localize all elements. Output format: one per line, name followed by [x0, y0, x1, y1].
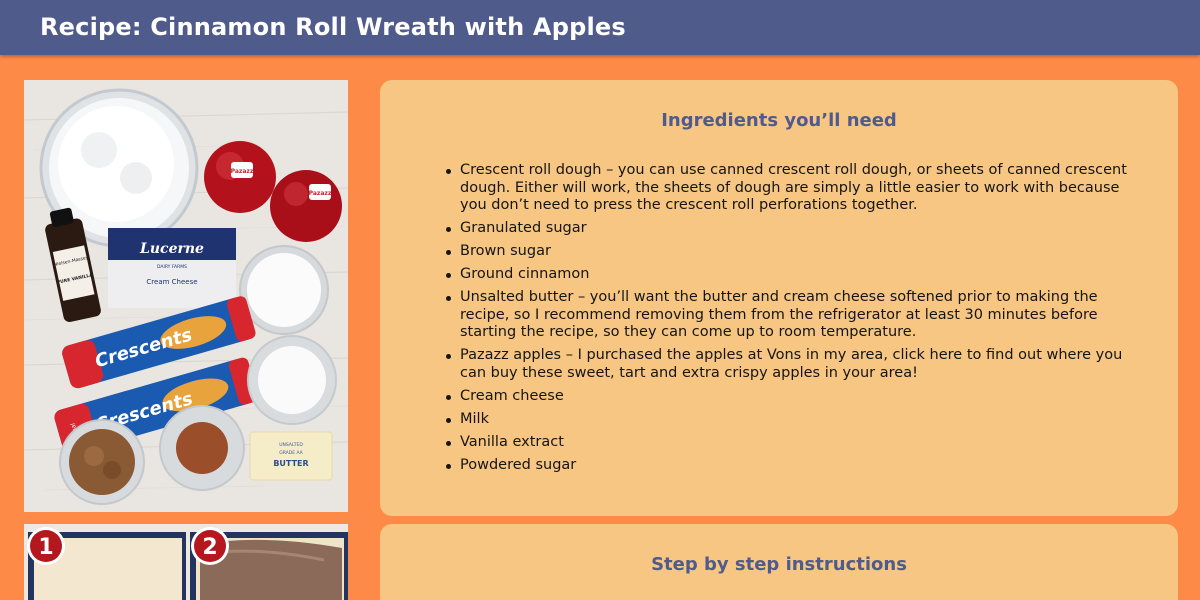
svg-text:UNSALTED: UNSALTED [279, 442, 303, 448]
steps-heading: Step by step instructions [651, 554, 907, 575]
milk-glass [239, 245, 329, 335]
sugar-bowl [247, 335, 337, 425]
list-item: Ground cinnamon [446, 266, 1140, 284]
page-title: Recipe: Cinnamon Roll Wreath with Apples [40, 13, 626, 41]
svg-text:Lucerne: Lucerne [139, 241, 204, 257]
svg-text:Cream Cheese: Cream Cheese [146, 278, 197, 286]
step-1-badge: 1 [27, 527, 65, 565]
svg-text:BUTTER: BUTTER [273, 459, 308, 468]
ingredients-card: Ingredients you’ll need Crescent roll do… [380, 80, 1178, 516]
ingredients-heading: Ingredients you’ll need [661, 110, 897, 131]
list-item: Powdered sugar [446, 457, 1140, 475]
list-item: Brown sugar [446, 243, 1140, 261]
svg-text:Pazazz: Pazazz [309, 190, 332, 197]
ingredients-list: Crescent roll dough – you can use canned… [446, 162, 1140, 480]
cream-cheese-box: Lucerne DAIRY FARMS Cream Cheese [108, 228, 236, 308]
brown-sugar-bowl [59, 419, 145, 505]
list-item: Unsalted butter – you’ll want the butter… [446, 289, 1140, 342]
step-photos: 1 2 [24, 524, 348, 600]
butter-stick: UNSALTED GRADE AA BUTTER [249, 431, 333, 481]
list-item: Cream cheese [446, 388, 1140, 406]
list-item: Milk [446, 411, 1140, 429]
page-header: Recipe: Cinnamon Roll Wreath with Apples [0, 0, 1200, 55]
list-item: Vanilla extract [446, 434, 1140, 452]
list-item[interactable]: Pazazz apples – I purchased the apples a… [446, 347, 1140, 382]
step-2-badge: 2 [191, 527, 229, 565]
steps-card: Step by step instructions [380, 524, 1178, 600]
ingredients-photo: Pazazz Pazazz Nielsen-Massey PURE VANILL… [24, 80, 348, 512]
svg-text:1: 1 [38, 535, 53, 560]
svg-text:DAIRY FARMS: DAIRY FARMS [157, 264, 187, 270]
list-item: Granulated sugar [446, 220, 1140, 238]
svg-text:2: 2 [202, 535, 217, 560]
apple-sticker-label: Pazazz [231, 168, 254, 175]
cinnamon-bowl [159, 405, 245, 491]
list-item: Crescent roll dough – you can use canned… [446, 162, 1140, 215]
svg-text:GRADE AA: GRADE AA [279, 450, 303, 456]
